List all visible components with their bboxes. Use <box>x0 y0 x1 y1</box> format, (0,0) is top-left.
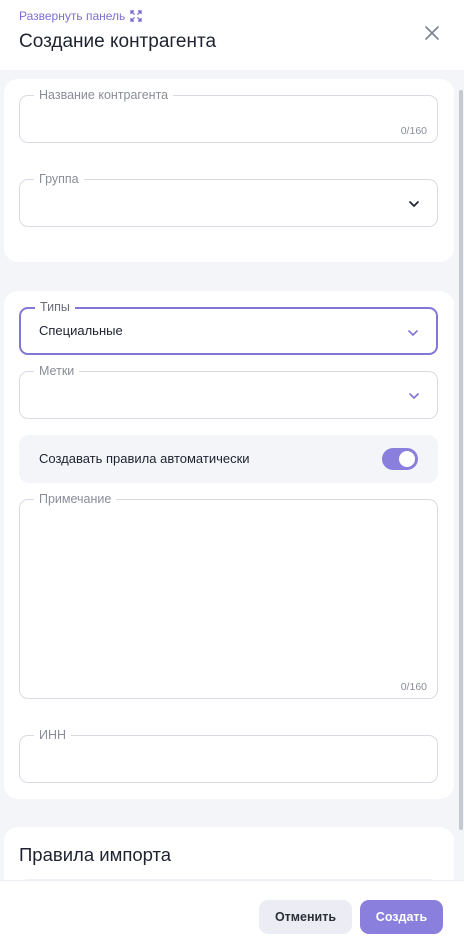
scrollbar[interactable] <box>459 90 463 830</box>
import-rules-card: Правила импорта <box>4 827 454 880</box>
close-icon[interactable] <box>421 22 443 44</box>
expand-icon <box>130 10 142 22</box>
details-card: Типы Специальные Метки Создавать правила… <box>4 291 454 799</box>
group-select[interactable]: Группа <box>19 171 438 227</box>
expand-panel-link[interactable]: Развернуть панель <box>19 9 142 23</box>
panel-header: Развернуть панель Создание контрагента <box>0 0 464 70</box>
note-label: Примечание <box>34 491 117 507</box>
panel-footer: Отменить Создать <box>0 880 464 944</box>
types-select[interactable]: Типы Специальные <box>19 299 438 355</box>
chevron-down-icon <box>409 201 419 207</box>
note-textarea[interactable]: Примечание 0/160 <box>19 491 438 699</box>
inn-label: ИНН <box>34 727 72 743</box>
counterparty-name-counter: 0/160 <box>400 125 427 137</box>
auto-rules-label: Создавать правила автоматически <box>39 451 250 466</box>
form-content: Название контрагента 0/160 Группа Типы С… <box>0 70 464 880</box>
group-label: Группа <box>34 171 84 187</box>
tags-select[interactable]: Метки <box>19 363 438 419</box>
import-rules-title: Правила импорта <box>19 844 172 865</box>
toggle-knob <box>399 451 415 467</box>
types-label: Типы <box>35 299 75 315</box>
create-button[interactable]: Создать <box>360 900 443 934</box>
cancel-button[interactable]: Отменить <box>259 900 352 934</box>
chevron-down-icon <box>408 330 418 336</box>
general-card: Название контрагента 0/160 Группа <box>4 79 454 262</box>
counterparty-name-label: Название контрагента <box>34 87 174 103</box>
types-value: Специальные <box>39 323 123 338</box>
counterparty-name-field[interactable]: Название контрагента 0/160 <box>19 87 438 143</box>
expand-panel-label: Развернуть панель <box>19 9 126 23</box>
tags-label: Метки <box>34 363 80 379</box>
note-counter: 0/160 <box>400 681 427 693</box>
auto-rules-toggle[interactable] <box>382 448 418 470</box>
auto-rules-row: Создавать правила автоматически <box>19 435 438 483</box>
inn-field[interactable]: ИНН <box>19 727 438 783</box>
page-title: Создание контрагента <box>19 31 217 52</box>
chevron-down-icon <box>409 393 419 399</box>
